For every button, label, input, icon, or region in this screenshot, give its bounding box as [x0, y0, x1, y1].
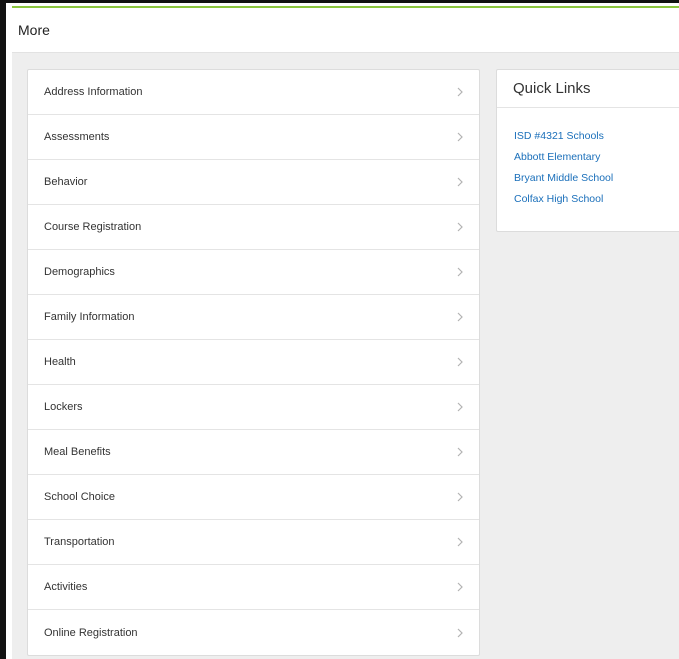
chevron-right-icon	[455, 447, 465, 457]
menu-item-meal-benefits[interactable]: Meal Benefits	[28, 430, 479, 475]
quick-links-list: ISD #4321 Schools Abbott Elementary Brya…	[497, 108, 679, 210]
menu-item-label: School Choice	[44, 491, 115, 503]
chevron-right-icon	[455, 582, 465, 592]
chevron-right-icon	[455, 628, 465, 638]
page-header: More	[12, 8, 679, 53]
menu-item-label: Course Registration	[44, 221, 142, 233]
chevron-right-icon	[455, 357, 465, 367]
quick-links-header: Quick Links	[497, 70, 679, 108]
chevron-right-icon	[455, 537, 465, 547]
quick-link-isd-schools[interactable]: ISD #4321 Schools	[514, 126, 679, 147]
menu-item-health[interactable]: Health	[28, 340, 479, 385]
app-frame: More Address Information Assessments Beh…	[0, 0, 679, 659]
menu-item-course-registration[interactable]: Course Registration	[28, 205, 479, 250]
chevron-right-icon	[455, 222, 465, 232]
main-content: Address Information Assessments Behavior…	[12, 53, 679, 659]
menu-item-label: Health	[44, 356, 76, 368]
chevron-right-icon	[455, 87, 465, 97]
quick-link-bryant-middle-school[interactable]: Bryant Middle School	[514, 168, 679, 189]
menu-item-address-information[interactable]: Address Information	[28, 70, 479, 115]
menu-item-label: Family Information	[44, 311, 135, 323]
menu-item-label: Transportation	[44, 536, 115, 548]
menu-item-transportation[interactable]: Transportation	[28, 520, 479, 565]
chevron-right-icon	[455, 177, 465, 187]
menu-item-family-information[interactable]: Family Information	[28, 295, 479, 340]
chevron-right-icon	[455, 402, 465, 412]
menu-item-label: Address Information	[44, 86, 143, 98]
chevron-right-icon	[455, 267, 465, 277]
quick-links-panel: Quick Links ISD #4321 Schools Abbott Ele…	[496, 69, 679, 232]
menu-item-assessments[interactable]: Assessments	[28, 115, 479, 160]
menu-item-label: Activities	[44, 581, 88, 593]
menu-item-label: Assessments	[44, 131, 110, 143]
menu-item-lockers[interactable]: Lockers	[28, 385, 479, 430]
menu-item-school-choice[interactable]: School Choice	[28, 475, 479, 520]
quick-link-abbott-elementary[interactable]: Abbott Elementary	[514, 147, 679, 168]
quick-link-colfax-high-school[interactable]: Colfax High School	[514, 189, 679, 210]
menu-item-online-registration[interactable]: Online Registration	[28, 610, 479, 655]
menu-item-label: Meal Benefits	[44, 446, 111, 458]
menu-item-activities[interactable]: Activities	[28, 565, 479, 610]
page-title: More	[18, 22, 50, 38]
menu-item-behavior[interactable]: Behavior	[28, 160, 479, 205]
chevron-right-icon	[455, 132, 465, 142]
quick-links-title: Quick Links	[513, 80, 591, 97]
menu-item-label: Online Registration	[44, 626, 138, 639]
menu-item-label: Lockers	[44, 401, 83, 413]
menu-item-label: Behavior	[44, 176, 88, 188]
menu-item-demographics[interactable]: Demographics	[28, 250, 479, 295]
more-menu-list: Address Information Assessments Behavior…	[27, 69, 480, 656]
chevron-right-icon	[455, 492, 465, 502]
chevron-right-icon	[455, 312, 465, 322]
menu-item-label: Demographics	[44, 266, 115, 278]
